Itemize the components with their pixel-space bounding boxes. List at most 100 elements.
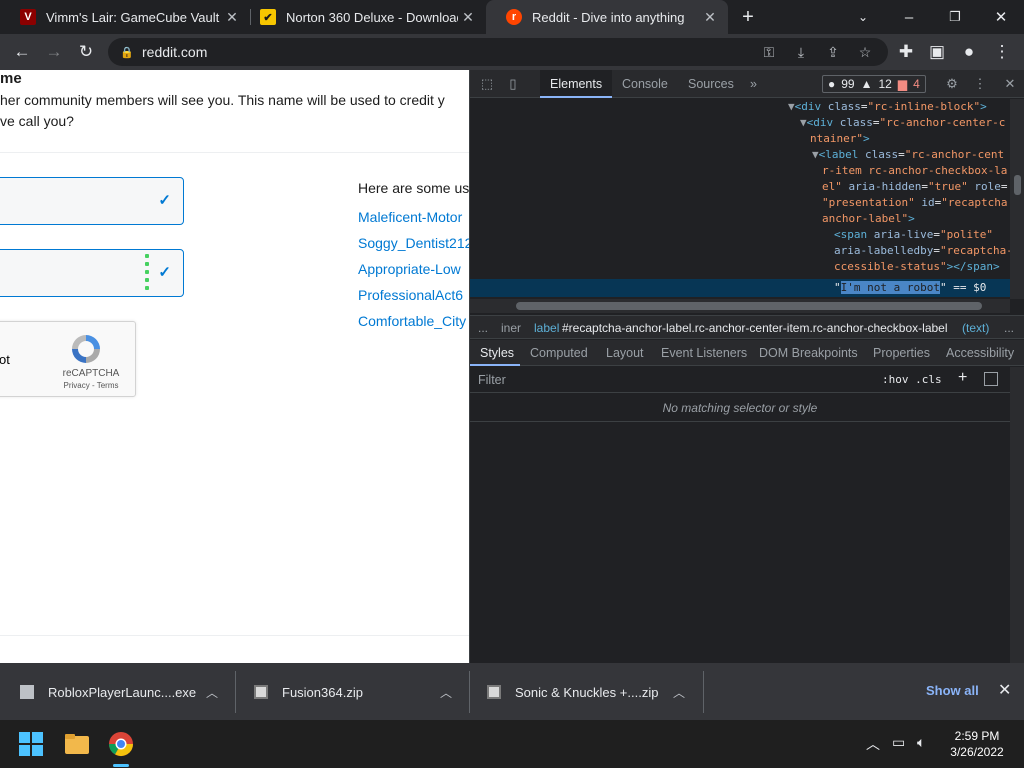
breadcrumb-current[interactable]: #recaptcha-anchor-label.rc-anchor-center…	[562, 321, 948, 335]
bookmark-star-icon[interactable]: ☆	[856, 44, 874, 60]
menu-kebab-icon[interactable]: ⋮	[990, 40, 1014, 64]
roblox-file-icon	[20, 685, 34, 699]
file-explorer-icon[interactable]	[63, 730, 91, 758]
username-suggestion[interactable]: Soggy_Dentist212	[358, 235, 469, 251]
close-window-icon[interactable]: ✕	[978, 0, 1024, 34]
new-style-rule-icon[interactable]: +	[958, 369, 967, 387]
download-item[interactable]: Fusion364.zip ︿	[254, 671, 468, 713]
styles-scrollbar[interactable]	[1010, 367, 1024, 663]
close-download-bar-icon[interactable]: ✕	[998, 680, 1011, 700]
username-suggestion[interactable]: Appropriate-Low	[358, 261, 461, 277]
recaptcha-box[interactable]: ot reCAPTCHA Privacy - Terms	[0, 321, 136, 397]
tab-elements[interactable]: Elements	[540, 70, 613, 98]
password-field[interactable]: ✓	[0, 249, 184, 297]
device-toolbar-icon[interactable]: ▯	[505, 76, 521, 92]
install-app-icon[interactable]: ⤓	[792, 44, 810, 60]
username-suggestion[interactable]: Maleficent-Motor	[358, 209, 462, 225]
tab-strip: V Vimm's Lair: GameCube Vault ✕ ✔ Norton…	[0, 0, 1024, 34]
system-clock[interactable]: 2:59 PM 3/26/2022	[942, 728, 1012, 760]
password-manager-icon[interactable]	[145, 254, 149, 294]
inspect-element-icon[interactable]: ⬚	[479, 76, 495, 92]
volume-icon[interactable]: 🔈︎	[917, 734, 925, 751]
download-filename: Sonic & Knuckles +....zip	[515, 684, 659, 700]
close-devtools-icon[interactable]: ✕	[1002, 76, 1018, 92]
download-options-chevron-icon[interactable]: ︿	[206, 684, 218, 701]
forward-icon[interactable]: →	[42, 40, 66, 64]
tab-sources[interactable]: Sources	[688, 70, 734, 98]
address-bar[interactable]: 🔒 reddit.com ⚿ ⤓ ⇪ ☆	[108, 38, 888, 66]
devtools-tab-bar: ⬚ ▯ Elements Console Sources » ● 99 ▲ 12…	[470, 70, 1024, 98]
username-suggestion[interactable]: ProfessionalAct6	[358, 287, 463, 303]
vimm-favicon-icon: V	[20, 9, 36, 25]
tab-console[interactable]: Console	[622, 70, 668, 98]
username-suggestion[interactable]: Comfortable_City	[358, 313, 466, 329]
tab-reddit[interactable]: r Reddit - Dive into anything ✕	[486, 0, 728, 34]
back-icon[interactable]: ←	[10, 40, 34, 64]
close-tab-icon[interactable]: ✕	[222, 9, 242, 26]
download-bar: RobloxPlayerLaunc....exe ︿ Fusion364.zip…	[0, 663, 1024, 720]
issues-counter[interactable]: ● 99 ▲ 12 ▆ 4	[822, 75, 926, 93]
key-icon[interactable]: ⚿	[760, 44, 778, 60]
subtab-event-listeners[interactable]: Event Listeners	[661, 346, 747, 360]
check-icon: ✓	[158, 192, 171, 209]
active-app-indicator	[113, 764, 129, 767]
clock-date: 3/26/2022	[950, 745, 1004, 759]
dom-vertical-scrollbar[interactable]	[1010, 99, 1024, 299]
subtab-dom-breakpoints[interactable]: DOM Breakpoints	[759, 346, 858, 360]
chrome-icon[interactable]	[107, 730, 135, 758]
breadcrumb-item[interactable]: (text)	[962, 321, 989, 335]
lock-icon[interactable]: 🔒	[120, 46, 134, 59]
hov-toggle[interactable]: :hov .cls	[882, 373, 942, 386]
captcha-privacy-terms-links[interactable]: Privacy - Terms	[51, 381, 131, 390]
extensions-puzzle-icon[interactable]: ✚	[894, 40, 918, 64]
settings-gear-icon[interactable]: ⚙	[944, 76, 960, 92]
description-line: her community members will see you. This…	[0, 92, 445, 108]
breadcrumb-item[interactable]: iner	[501, 321, 521, 335]
share-icon[interactable]: ⇪	[824, 44, 842, 60]
show-hidden-icons-chevron-icon[interactable]: ︿	[866, 734, 880, 754]
network-icon[interactable]: ▭	[892, 734, 905, 751]
dom-horizontal-scrollbar[interactable]	[470, 299, 1010, 313]
close-tab-icon[interactable]: ✕	[700, 9, 720, 26]
dom-node[interactable]: ▼<div class="rc-inline-block">	[788, 99, 987, 115]
styles-subtab-bar: Styles Computed Layout Event Listeners D…	[470, 340, 1024, 366]
subtab-styles[interactable]: Styles	[480, 346, 514, 360]
reload-icon[interactable]: ↻	[74, 40, 98, 64]
toggle-sidebar-icon[interactable]	[984, 372, 998, 386]
subtab-computed[interactable]: Computed	[530, 346, 588, 360]
devtools-menu-icon[interactable]: ⋮	[972, 76, 988, 92]
profile-avatar-icon[interactable]: ●	[957, 40, 981, 64]
dom-node[interactable]: <span aria-live="polite"	[834, 227, 993, 243]
download-item[interactable]: Sonic & Knuckles +....zip ︿	[487, 671, 701, 713]
filter-input[interactable]: Filter	[478, 373, 506, 387]
new-tab-icon[interactable]: +	[736, 5, 760, 29]
dom-node: ntainer">	[810, 132, 870, 145]
side-panel-icon[interactable]: ▣	[925, 40, 949, 64]
breadcrumb-current-tag[interactable]: label	[534, 321, 559, 335]
tab-norton[interactable]: ✔ Norton 360 Deluxe - Download ✕	[240, 0, 486, 34]
more-tabs-icon[interactable]: »	[750, 70, 757, 98]
download-options-chevron-icon[interactable]: ︿	[673, 684, 685, 701]
download-item[interactable]: RobloxPlayerLaunc....exe ︿	[20, 671, 234, 713]
subtab-properties[interactable]: Properties	[873, 346, 930, 360]
close-tab-icon[interactable]: ✕	[458, 9, 478, 26]
tab-vimms-lair[interactable]: V Vimm's Lair: GameCube Vault ✕	[0, 0, 250, 34]
windows-start-icon[interactable]	[18, 731, 44, 757]
minimize-icon[interactable]: –	[886, 0, 932, 34]
email-field[interactable]: ✓	[0, 177, 184, 225]
subtab-accessibility[interactable]: Accessibility	[946, 346, 1014, 360]
dom-tree[interactable]: ▼<div class="rc-inline-block"> ▼<div cla…	[470, 99, 1024, 313]
url-text: reddit.com	[142, 44, 208, 60]
dom-text-node[interactable]: "I'm not a robot" == $0	[834, 280, 986, 296]
dom-node[interactable]: ▼<div class="rc-anchor-center-c	[800, 115, 1005, 131]
breadcrumb-more[interactable]: ...	[478, 321, 488, 335]
subtab-layout[interactable]: Layout	[606, 346, 644, 360]
download-options-chevron-icon[interactable]: ︿	[440, 684, 452, 701]
dom-node[interactable]: ▼<label class="rc-anchor-cent	[812, 147, 1004, 163]
suggestions-title: Here are some us	[358, 180, 469, 196]
download-filename: RobloxPlayerLaunc....exe	[48, 684, 197, 700]
breadcrumb-more[interactable]: ...	[1004, 321, 1014, 335]
show-all-downloads-button[interactable]: Show all	[926, 683, 979, 698]
tab-search-chevron-icon[interactable]: ⌄	[840, 0, 886, 34]
restore-icon[interactable]: ❐	[932, 0, 978, 34]
